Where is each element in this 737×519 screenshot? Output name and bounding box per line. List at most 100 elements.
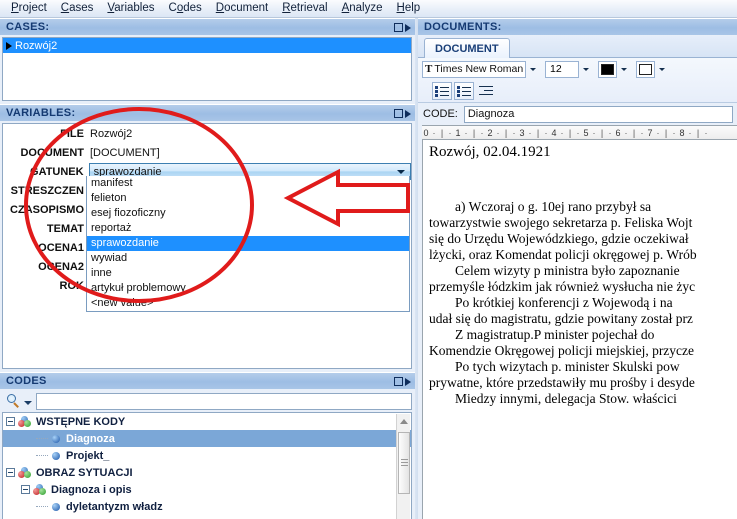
dropdown-option[interactable]: esej fiozoficzny: [87, 206, 409, 221]
variable-label: OCENA2: [38, 260, 84, 273]
code-dot-icon: [50, 433, 62, 445]
codes-tree-label: Diagnoza i opis: [51, 483, 132, 496]
codes-tree-row[interactable]: WSTĘPNE KODY: [3, 413, 411, 430]
variable-value[interactable]: [DOCUMENT]: [89, 147, 160, 159]
panel-menu-arrow-icon[interactable]: [405, 24, 411, 32]
dropdown-option[interactable]: reportaż: [87, 221, 409, 236]
ruler-mark: 6: [615, 127, 621, 138]
scrollbar-thumb[interactable]: [398, 432, 410, 494]
scroll-up-arrow-icon[interactable]: [399, 419, 408, 424]
indent-decrease-icon[interactable]: [454, 82, 474, 100]
ruler-tick: ·: [432, 127, 436, 138]
ruler-tick: ·: [608, 127, 612, 138]
document-title: Rozwój, 02.04.1921: [429, 144, 551, 160]
codes-panel: CODES WSTĘPNE KODY Diagnoza Projekt_ OBRAZ …: [0, 372, 415, 519]
menu-item-analyze[interactable]: Analyze: [335, 1, 390, 16]
restore-icon[interactable]: [394, 23, 403, 32]
codes-tree-row[interactable]: Projekt_: [3, 447, 411, 464]
text-color-picker[interactable]: [598, 60, 617, 78]
document-line: przemyśle łódzkim jak również wysłucha n…: [429, 279, 696, 294]
ruler-tick: |: [504, 127, 508, 138]
search-icon[interactable]: [5, 393, 21, 409]
gatunek-dropdown-list[interactable]: manifest felieton esej fiozoficzny reportaż…: [86, 176, 410, 312]
panel-menu-arrow-icon[interactable]: [405, 378, 411, 386]
font-name-select[interactable]: T Times New Roman: [422, 60, 526, 78]
codes-tree-row[interactable]: dyletantyzm władz: [3, 498, 411, 515]
documents-column: DOCUMENTS: DOCUMENT T Times New Roman 12: [418, 18, 737, 519]
dropdown-option[interactable]: felieton: [87, 191, 409, 206]
ruler-tick: |: [664, 127, 668, 138]
tree-collapse-icon[interactable]: [21, 485, 30, 494]
tree-collapse-icon[interactable]: [6, 468, 15, 477]
restore-icon[interactable]: [394, 377, 403, 386]
font-size-select[interactable]: 12: [545, 60, 579, 78]
variable-value[interactable]: Rozwój2: [89, 128, 132, 140]
case-row[interactable]: Rozwój2: [3, 38, 411, 53]
code-dot-icon: [50, 501, 62, 513]
ruler-mark: 1: [455, 127, 461, 138]
variables-panel: VARIABLES: FILE Rozwój2 DOCUMENT [DOCUMENT]…: [0, 104, 415, 372]
codes-tree-rows: WSTĘPNE KODY Diagnoza Projekt_ OBRAZ SYTUAC…: [3, 413, 411, 515]
dropdown-option[interactable]: manifest: [87, 176, 409, 191]
text-color-chevron-down-icon[interactable]: [621, 67, 627, 71]
tree-collapse-icon[interactable]: [6, 417, 15, 426]
codes-tree-row[interactable]: OBRAZ SYTUACJI: [3, 464, 411, 481]
menu-item-retrieval[interactable]: Retrieval: [275, 1, 334, 16]
menu-item-variables[interactable]: Variables: [100, 1, 161, 16]
bullet-list-icon[interactable]: [432, 82, 452, 100]
menu-item-codes[interactable]: Codes: [162, 1, 209, 16]
highlight-color-chevron-down-icon[interactable]: [659, 67, 665, 71]
restore-icon[interactable]: [394, 109, 403, 118]
ruler-mark: 8: [679, 127, 685, 138]
variable-label: GATUNEK: [30, 165, 84, 178]
document-line: prywatne, które przedstawiły mu prośby i…: [429, 375, 695, 390]
font-size-chevron-down-icon[interactable]: [583, 67, 589, 71]
tab-document[interactable]: DOCUMENT: [424, 38, 510, 58]
codes-tree-scrollbar[interactable]: [396, 414, 410, 519]
highlight-color-swatch: [639, 63, 652, 75]
codes-tree[interactable]: WSTĘPNE KODY Diagnoza Projekt_ OBRAZ SYTUAC…: [2, 412, 412, 519]
indent-increase-icon[interactable]: [476, 82, 496, 100]
codes-tree-label: OBRAZ SYTUACJI: [36, 466, 133, 479]
codes-search-input[interactable]: [36, 392, 412, 410]
tree-connector: [36, 506, 48, 507]
highlight-color-picker[interactable]: [636, 60, 655, 78]
document-paragraphs: a) Wczoraj o g. 10ej rano przybył sa towa…: [423, 199, 737, 407]
panel-menu-arrow-icon[interactable]: [405, 110, 411, 118]
codes-tree-label: dyletantyzm władz: [66, 500, 163, 513]
ruler-tick: ·: [480, 127, 484, 138]
document-line: lżycki, oraz Komendat policji okręgowej …: [429, 247, 697, 262]
codes-tree-label: Projekt_: [66, 449, 110, 462]
font-name-chevron-down-icon[interactable]: [530, 67, 536, 71]
search-options-chevron-down-icon[interactable]: [24, 400, 32, 405]
expand-triangle-icon[interactable]: [6, 41, 12, 50]
document-text-area[interactable]: Rozwój, 02.04.1921 a) Wczoraj o g. 10ej …: [422, 140, 737, 519]
chevron-down-icon[interactable]: [397, 170, 405, 174]
left-column: CASES: Rozwój2 VARIABLES: FILE Rozwój2 DOC…: [0, 18, 415, 519]
dropdown-option[interactable]: wywiad: [87, 251, 409, 266]
menu-item-help[interactable]: Help: [390, 1, 428, 16]
ruler-mark: 5: [583, 127, 589, 138]
codes-tree-row[interactable]: Diagnoza i opis: [3, 481, 411, 498]
codes-tree-label: WSTĘPNE KODY: [36, 415, 126, 428]
ruler-tick: ·: [704, 127, 708, 138]
dropdown-option[interactable]: sprawozdanie: [87, 236, 409, 251]
ruler-tick: ·: [688, 127, 692, 138]
menu-item-cases[interactable]: Cases: [54, 1, 101, 16]
font-name-value: Times New Roman: [434, 63, 524, 75]
code-group-icon: [18, 466, 32, 479]
ruler-tick: ·: [464, 127, 468, 138]
dropdown-option[interactable]: artykuł problemowy: [87, 281, 409, 296]
code-dot-icon: [50, 450, 62, 462]
dropdown-option[interactable]: <new value>: [87, 296, 409, 311]
code-value-field[interactable]: Diagnoza: [463, 105, 733, 123]
menu-item-document[interactable]: Document: [209, 1, 275, 16]
dropdown-option[interactable]: inne: [87, 266, 409, 281]
document-line: Z magistratup.P minister pojechał do: [455, 327, 655, 342]
codes-tree-row-selected[interactable]: Diagnoza: [3, 430, 411, 447]
document-line: Po krótkiej konferencji z Wojewodą i na: [455, 295, 673, 310]
maxqda-window: Project Cases Variables Codes Document Retrie…: [0, 0, 737, 519]
tree-connector: [36, 438, 48, 439]
menu-item-project[interactable]: Project: [4, 1, 54, 16]
cases-list[interactable]: Rozwój2: [2, 37, 412, 101]
